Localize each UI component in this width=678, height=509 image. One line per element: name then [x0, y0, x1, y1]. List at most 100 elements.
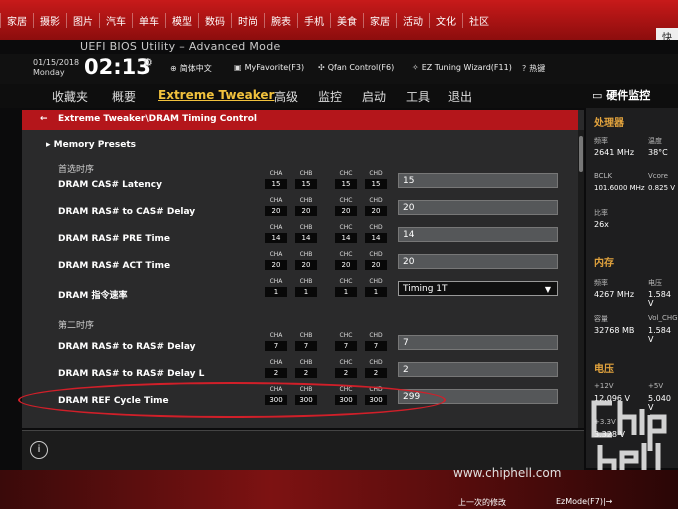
- timing-row: DRAM RAS# ACT Time CHA 20 CHB 20 CHC 20 CHD 20 20: [22, 251, 578, 278]
- globe-icon: ⊕: [170, 64, 177, 73]
- timing-value-input[interactable]: 15: [398, 173, 558, 188]
- cpu-header: 处理器: [594, 118, 624, 129]
- channel-value: 15: [295, 179, 317, 189]
- channel-header: CHD: [369, 332, 383, 339]
- web-nav-item[interactable]: 家居: [363, 12, 396, 28]
- web-nav-item[interactable]: 文化: [429, 12, 462, 28]
- myfavorite-button[interactable]: ▣ MyFavorite(F3): [234, 63, 304, 72]
- hardware-monitor-label: 硬件监控: [606, 89, 651, 102]
- bios-title: UEFI BIOS Utility – Advanced Mode: [80, 40, 281, 53]
- timing-label: DRAM RAS# PRE Time: [58, 234, 171, 244]
- channel-header: CHC: [339, 332, 353, 339]
- qfan-button[interactable]: ✣ Qfan Control(F6): [318, 63, 394, 72]
- timing-value-input[interactable]: 14: [398, 227, 558, 242]
- channel-header: CHA: [269, 278, 283, 285]
- timing-value-input[interactable]: 2: [398, 362, 558, 377]
- channel-header: CHC: [339, 359, 353, 366]
- cpu-temp-label: 温度: [648, 137, 662, 145]
- web-nav-item[interactable]: 手机: [297, 12, 330, 28]
- channel-header: CHD: [369, 278, 383, 285]
- tab-exit[interactable]: 退出: [448, 88, 472, 105]
- channel-value: 15: [265, 179, 287, 189]
- back-arrow-icon[interactable]: ←: [40, 114, 48, 124]
- favorite-icon: ▣: [234, 63, 242, 72]
- timing-value-input[interactable]: 7: [398, 335, 558, 350]
- scrollbar[interactable]: [578, 130, 584, 428]
- channel-value: 7: [265, 341, 287, 351]
- channel-chb: CHB 15: [295, 170, 317, 189]
- channel-header: CHB: [299, 332, 313, 339]
- channel-value: 14: [365, 233, 387, 243]
- command-rate-select[interactable]: Timing 1T ▼: [398, 281, 558, 296]
- help-icon: ?: [522, 64, 527, 73]
- memory-header: 内存: [594, 258, 614, 269]
- web-nav-item[interactable]: 图片: [66, 12, 99, 28]
- tab-favorites[interactable]: 收藏夹: [52, 88, 88, 105]
- timing-value-text: Timing 1T: [403, 284, 448, 294]
- channel-value: 20: [365, 206, 387, 216]
- timing-row: DRAM 指令速率 CHA 1 CHB 1 CHC 1 CHD 1 Timing 1T ▼: [22, 278, 578, 305]
- timing-value-text: 15: [403, 176, 415, 186]
- channel-chb: CHB 14: [295, 224, 317, 243]
- web-nav-item[interactable]: 摄影: [33, 12, 66, 28]
- channel-chb: CHB 20: [295, 251, 317, 270]
- web-nav-item[interactable]: 单车: [132, 12, 165, 28]
- web-nav-item[interactable]: 家居: [0, 12, 33, 28]
- timing-value-text: 20: [403, 257, 415, 267]
- tab-extreme-tweaker[interactable]: Extreme Tweaker: [158, 88, 274, 102]
- tab-main[interactable]: 概要: [112, 88, 136, 105]
- last-modified-button[interactable]: 上一次的修改: [458, 497, 506, 508]
- channel-chd: CHD 15: [365, 170, 387, 189]
- voltage-header: 电压: [594, 364, 614, 375]
- memory-presets-item[interactable]: ▸ Memory Presets: [46, 140, 136, 150]
- tab-monitor[interactable]: 监控: [318, 88, 342, 105]
- web-nav-item[interactable]: 腕表: [264, 12, 297, 28]
- channel-value: 7: [295, 341, 317, 351]
- channel-chd: CHD 14: [365, 224, 387, 243]
- channel-value: 15: [365, 179, 387, 189]
- day-value: Monday: [33, 68, 65, 77]
- language-button[interactable]: ⊕ 简体中文: [170, 63, 212, 74]
- gear-icon[interactable]: ⚙: [143, 56, 153, 69]
- channel-value: 1: [295, 287, 317, 297]
- channel-value: 1: [365, 287, 387, 297]
- timing-label: DRAM 指令速率: [58, 291, 128, 301]
- web-nav-item[interactable]: 活动: [396, 12, 429, 28]
- tab-advanced[interactable]: 高级: [274, 88, 298, 105]
- timing-row: DRAM RAS# to RAS# Delay CHA 7 CHB 7 CHC 7 CHD 7 7: [22, 332, 578, 359]
- ezmode-button[interactable]: EzMode(F7)|→: [556, 497, 612, 506]
- timing-label: DRAM RAS# ACT Time: [58, 261, 171, 271]
- bios-top-info-bar: 01/15/2018 Monday 02:13 ⚙ ⊕ 简体中文 ▣ MyFavor…: [0, 54, 678, 85]
- web-nav-item[interactable]: 汽车: [99, 12, 132, 28]
- channel-header: CHA: [269, 251, 283, 258]
- volchg-label: Vol_CHG: [648, 314, 678, 322]
- channel-chb: CHB 2: [295, 359, 317, 378]
- channel-value: 7: [365, 341, 387, 351]
- web-nav-item[interactable]: 社区: [462, 12, 495, 28]
- highlight-circle-annotation: [18, 382, 446, 418]
- breadcrumb[interactable]: ← Extreme Tweaker\DRAM Timing Control: [22, 110, 578, 130]
- web-nav-item[interactable]: 时尚: [231, 12, 264, 28]
- scrollbar-thumb[interactable]: [579, 136, 583, 172]
- settings-panel: ← Extreme Tweaker\DRAM Timing Control ▸ …: [22, 110, 584, 428]
- monitor-icon: ▭: [592, 89, 607, 102]
- hotkeys-button[interactable]: ? 热键: [522, 63, 545, 74]
- web-nav-item[interactable]: 模型: [165, 12, 198, 28]
- web-nav-right-label[interactable]: 快: [656, 28, 678, 40]
- timing-value-input[interactable]: 20: [398, 254, 558, 269]
- web-nav-item[interactable]: 数码: [198, 12, 231, 28]
- channel-cha: CHA 20: [265, 251, 287, 270]
- cpu-temp-value: 38°C: [648, 148, 668, 157]
- tab-boot[interactable]: 启动: [362, 88, 386, 105]
- ez-tuning-button[interactable]: ✧ EZ Tuning Wizard(F11): [412, 63, 512, 72]
- web-nav-item[interactable]: 美食: [330, 12, 363, 28]
- tab-tool[interactable]: 工具: [406, 88, 430, 105]
- chevron-down-icon: ▼: [544, 285, 551, 294]
- channel-header: CHC: [339, 278, 353, 285]
- timing-value-input[interactable]: 20: [398, 200, 558, 215]
- mem-volt-value: 1.584 V: [648, 290, 671, 308]
- channel-value: 2: [335, 368, 357, 378]
- date-display: 01/15/2018 Monday: [33, 58, 79, 78]
- channel-cha: CHA 2: [265, 359, 287, 378]
- channel-header: CHC: [339, 251, 353, 258]
